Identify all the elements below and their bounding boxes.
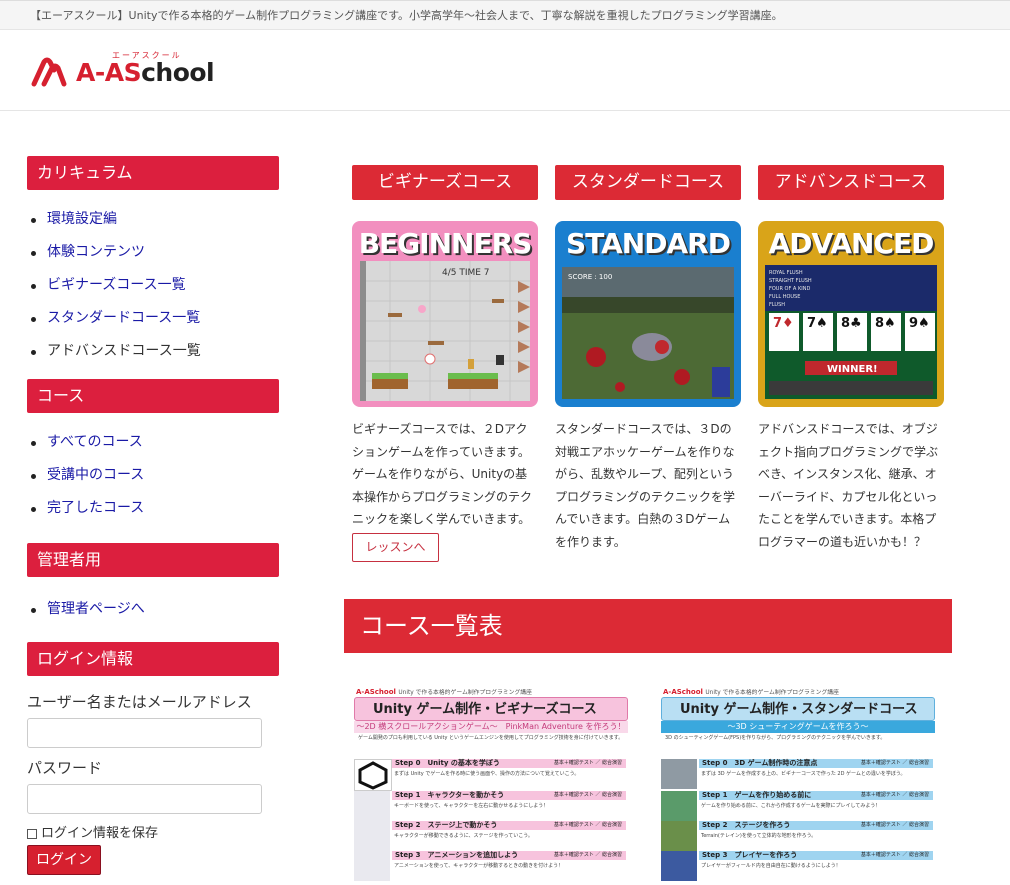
logo-text-main: A-AS	[76, 58, 142, 87]
svg-text:8♠: 8♠	[875, 316, 896, 331]
pinkman-thumb	[354, 791, 390, 821]
curriculum-link-advanced[interactable]: アドバンスドコース一覧	[27, 335, 279, 368]
standard-course-button[interactable]: スタンダードコース	[555, 165, 741, 200]
beginners-course-button[interactable]: ビギナーズコース	[352, 165, 538, 200]
course-list: すべてのコース 受講中のコース 完了したコース	[27, 426, 279, 525]
doc-brand: A-ASchool Unity で作る本格的ゲーム制作プログラミング講座	[663, 688, 839, 696]
doc-step-2-text: キャラクターが移動できるように、ステージを作っていこう。	[394, 833, 533, 839]
doc-step-2: Step 2 ステージを作ろう 基本＋確認テスト ／ 総合演習	[699, 821, 933, 830]
login-button[interactable]: ログイン	[27, 845, 101, 875]
doc-brand: A-ASchool Unity で作る本格的ゲーム制作プログラミング講座	[356, 688, 532, 696]
password-label: パスワード	[27, 759, 103, 777]
doc-step-0-text: まずは Unity でゲームを作る時に使う画面や、操作の方法について覚えていこう…	[394, 771, 580, 777]
svg-text:8♣: 8♣	[841, 316, 862, 331]
svg-text:7♠: 7♠	[807, 316, 828, 331]
doc-step-1-text: ゲームを作り始める前に、これから作成するゲームを実際にプレイしてみよう！	[701, 803, 881, 809]
curriculum-link-beginners[interactable]: ビギナーズコース一覧	[27, 269, 279, 302]
svg-text:7♦: 7♦	[773, 316, 794, 331]
standard-hud: SCORE : 100	[568, 273, 612, 281]
doc-step-1-text: キーボードを使って、キャラクターを左右に動かせるようにしよう！	[394, 803, 549, 809]
username-label: ユーザー名またはメールアドレス	[27, 693, 252, 711]
advanced-card-title: ADVANCED	[768, 227, 935, 260]
advanced-description: アドバンスドコースでは、オブジェクト指向プログラミングで学ぶべき、インスタンス化…	[758, 422, 939, 549]
unity-logo-icon	[354, 759, 392, 791]
standard-card-image[interactable]: STANDARD SCORE : 100	[555, 221, 741, 407]
beginners-hud: 4/5 TIME 7	[442, 268, 490, 278]
sidebar: カリキュラム 環境設定編 体験コンテンツ ビギナーズコース一覧 スタンダードコー…	[27, 156, 279, 841]
curriculum-link-setup[interactable]: 環境設定編	[27, 203, 279, 236]
lesson-button[interactable]: レッスンへ	[352, 533, 439, 562]
doc-step-3: Step 3 プレイヤーを作ろう 基本＋確認テスト ／ 総合演習	[699, 851, 933, 860]
terrain-thumb	[661, 821, 697, 851]
doc-step-3: Step 3 アニメーションを追加しよう 基本＋確認テスト ／ 総合演習	[392, 851, 626, 860]
svg-text:STRAIGHT FLUSH: STRAIGHT FLUSH	[769, 278, 812, 284]
standard-description: スタンダードコースでは、３Dの対戦エアホッケーゲームを作りながら、乱数やループ、…	[555, 422, 736, 549]
site-tagline: 【エーアスクール】Unityで作る本格的ゲーム制作プログラミング講座です。小学高…	[0, 0, 1010, 30]
svg-text:FOUR OF A KIND: FOUR OF A KIND	[769, 286, 810, 292]
course-link-enrolled[interactable]: 受講中のコース	[27, 459, 279, 492]
admin-heading: 管理者用	[27, 543, 279, 577]
beginners-card-image[interactable]: BEGINNERS 4/5 TIME 7	[352, 221, 538, 407]
doc-step-1: Step 1 キャラクターを動かそう 基本＋確認テスト ／ 総合演習	[392, 791, 626, 800]
platformer-game-scene: 4/5 TIME 7	[360, 261, 530, 401]
doc-subtitle: ～2D 横スクロールアクションゲーム～ PinkMan Adventure を作…	[354, 721, 628, 733]
beginners-course-document[interactable]: A-ASchool Unity で作る本格的ゲーム制作プログラミング講座 Uni…	[352, 685, 632, 885]
course-link-completed[interactable]: 完了したコース	[27, 492, 279, 525]
doc-step-0: Step 0 3D ゲーム制作時の注意点 基本＋確認テスト ／ 総合演習	[699, 759, 933, 768]
curriculum-list: 環境設定編 体験コンテンツ ビギナーズコース一覧 スタンダードコース一覧 アドバ…	[27, 203, 279, 368]
stage-thumb	[354, 821, 390, 851]
password-input[interactable]	[27, 784, 262, 814]
admin-list: 管理者ページへ	[27, 593, 279, 626]
3d-cube-thumb	[661, 759, 697, 789]
beginners-description: ビギナーズコースでは、２Dアクションゲームを作っていきます。ゲームを作りながら、…	[352, 422, 533, 526]
course-heading: コース	[27, 379, 279, 413]
standard-card-title: STANDARD	[566, 227, 731, 260]
logo-text-school: chool	[141, 58, 215, 87]
advanced-course-button[interactable]: アドバンスドコース	[758, 165, 944, 200]
doc-step-2: Step 2 ステージ上で動かそう 基本＋確認テスト ／ 総合演習	[392, 821, 626, 830]
standard-course-document[interactable]: A-ASchool Unity で作る本格的ゲーム制作プログラミング講座 Uni…	[659, 685, 939, 885]
doc-step-3-text: アニメーションを使って、キャラクターが移動するときの動きを付けよう！	[394, 863, 564, 869]
remember-label: ログイン情報を保存	[41, 826, 159, 841]
course-link-all[interactable]: すべてのコース	[27, 426, 279, 459]
doc-step-2-text: Terrain(テレイン)を使って立体的な地形を作ろう。	[701, 833, 817, 839]
advanced-hud: WINNER!	[827, 364, 878, 375]
login-heading: ログイン情報	[27, 642, 279, 676]
game-preview-thumb	[661, 791, 697, 821]
doc-step-3-text: プレイヤーがフィールド内を自由自在に動けるようにしよう！	[701, 863, 841, 869]
doc-title: Unity ゲーム制作・ビギナーズコース	[354, 697, 628, 721]
animation-thumb	[354, 851, 390, 881]
username-input[interactable]	[27, 718, 262, 748]
player-thumb	[661, 851, 697, 881]
remember-checkbox[interactable]	[27, 828, 37, 839]
doc-intro: 3D のシューティングゲーム(FPS)を作りながら、プログラミングのテクニックを…	[665, 735, 886, 741]
curriculum-heading: カリキュラム	[27, 156, 279, 190]
svg-text:ROYAL FLUSH: ROYAL FLUSH	[769, 270, 803, 276]
3d-shooter-game-scene: SCORE : 100	[562, 267, 734, 399]
site-logo[interactable]: エーアスクール A-ASchool	[30, 50, 220, 94]
advanced-card-image[interactable]: ADVANCED ROYAL FLUSH STRAIGHT FLUSH FOUR O…	[758, 221, 944, 407]
svg-text:FULL HOUSE: FULL HOUSE	[769, 294, 800, 300]
svg-text:9♠: 9♠	[909, 316, 930, 331]
logo-text: A-ASchool	[76, 58, 215, 87]
svg-text:FLUSH: FLUSH	[769, 302, 785, 308]
doc-intro: ゲーム開発のプロも利用している Unity というゲームエンジンを使用してプログ…	[358, 735, 624, 741]
course-list-heading: コース一覧表	[344, 599, 952, 653]
doc-title: Unity ゲーム制作・スタンダードコース	[661, 697, 935, 721]
doc-step-0: Step 0 Unity の基本を学ぼう 基本＋確認テスト ／ 総合演習	[392, 759, 626, 768]
curriculum-link-standard[interactable]: スタンダードコース一覧	[27, 302, 279, 335]
curriculum-link-trial[interactable]: 体験コンテンツ	[27, 236, 279, 269]
beginners-card-title: BEGINNERS	[358, 227, 533, 260]
doc-subtitle: ～3D シューティングゲームを作ろう～	[661, 721, 935, 733]
poker-game-scene: ROYAL FLUSHSTRAIGHT FLUSHFOUR OF A KIND …	[765, 265, 937, 399]
remember-row: ログイン情報を保存	[27, 822, 279, 841]
site-header: エーアスクール A-ASchool	[0, 30, 1010, 111]
doc-step-0-text: まずは 3D ゲームを作成する上の、ビギナーコースで作った 2D ゲームとの違い…	[701, 771, 906, 777]
doc-step-1: Step 1 ゲームを作り始める前に 基本＋確認テスト ／ 総合演習	[699, 791, 933, 800]
logo-mark-icon	[31, 57, 67, 87]
admin-page-link[interactable]: 管理者ページへ	[27, 593, 279, 626]
